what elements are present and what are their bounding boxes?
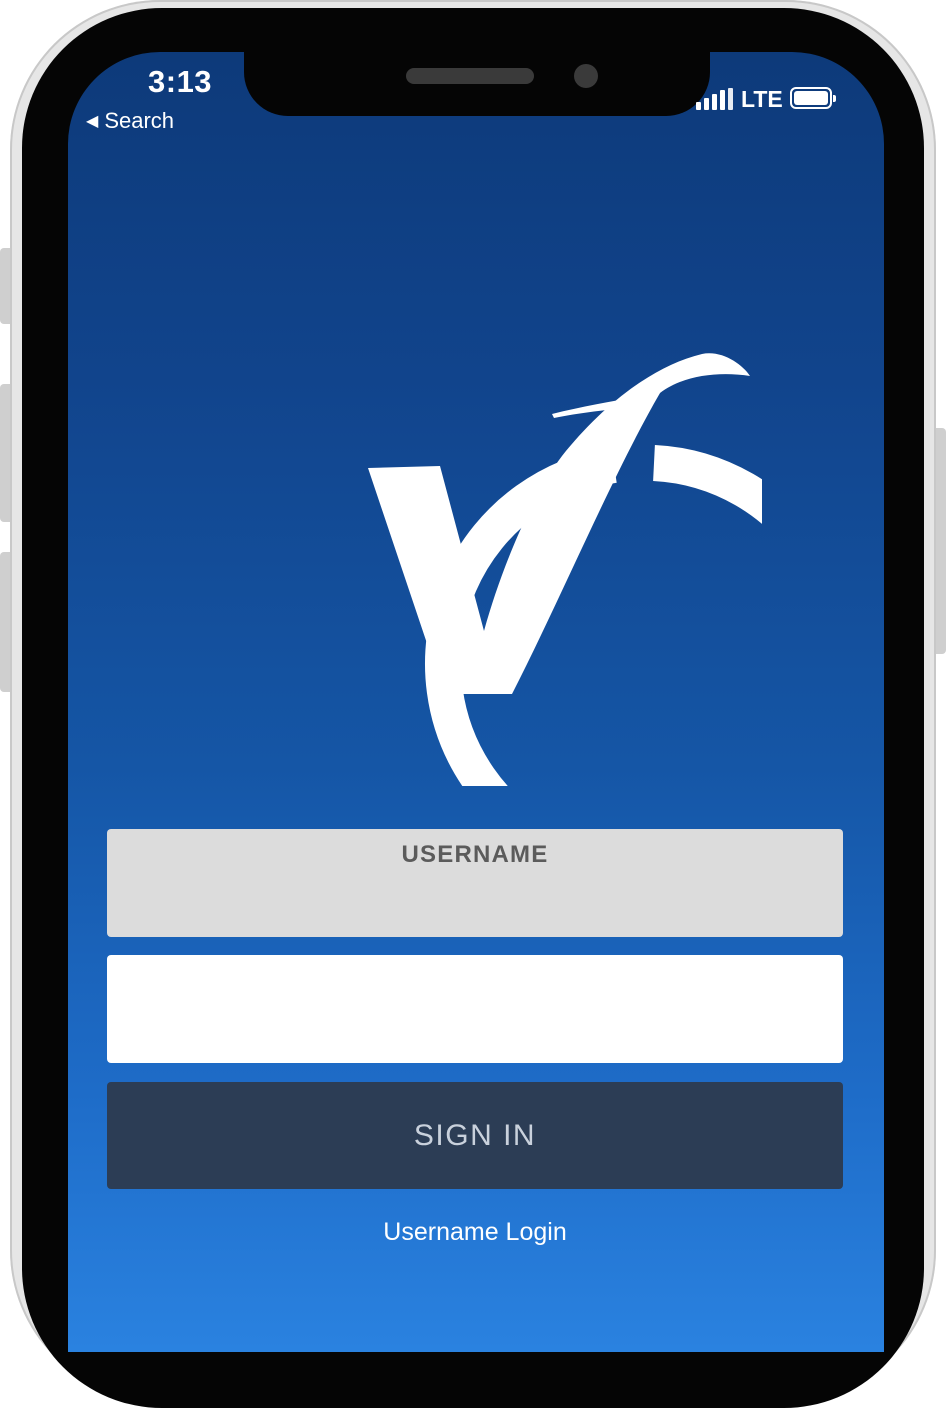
username-label: USERNAME	[401, 841, 549, 868]
username-field[interactable]: USERNAME	[107, 829, 843, 937]
phone-notch	[244, 52, 710, 116]
status-time: 3:13	[148, 64, 213, 99]
back-link-label: Search	[104, 108, 175, 133]
checkmark-v-logo-icon	[368, 353, 762, 786]
sign-in-button[interactable]: SIGN IN	[107, 1082, 843, 1189]
network-type: LTE	[741, 86, 783, 112]
password-field[interactable]	[107, 955, 843, 1063]
signal-strength-icon	[696, 88, 734, 110]
battery-icon	[790, 87, 836, 109]
username-login-link[interactable]: Username Login	[107, 1218, 843, 1247]
speaker-grille	[406, 68, 534, 84]
back-arrow-icon: ◀	[86, 113, 99, 130]
front-camera	[574, 64, 598, 88]
back-to-search-link[interactable]: ◀ Search	[86, 108, 174, 134]
battery-level	[794, 91, 828, 105]
